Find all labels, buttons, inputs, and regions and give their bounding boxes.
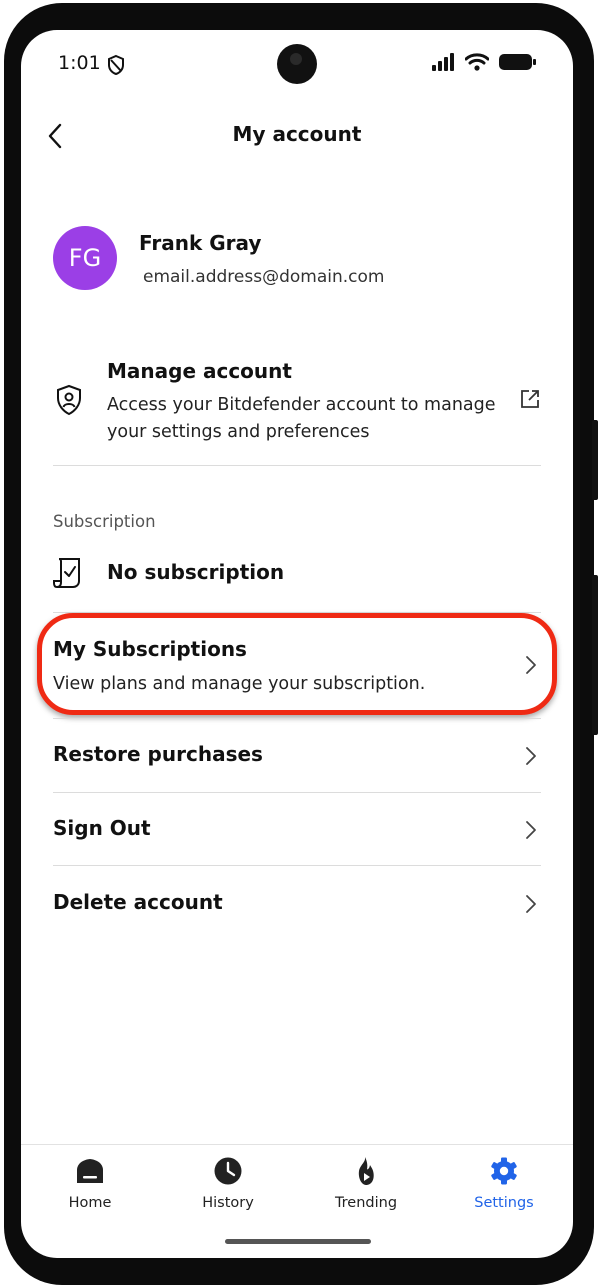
subscription-section-label: Subscription [53,512,156,531]
delete-account-row[interactable]: Delete account [53,868,541,940]
sign-out-title: Sign Out [53,816,151,840]
shield-status-icon [108,54,124,76]
profile-email: email.address@domain.com [143,267,385,287]
nav-home-label: Home [68,1195,112,1211]
trending-flame-icon [358,1157,374,1185]
home-indicator[interactable] [225,1239,371,1244]
external-link-icon [521,390,539,408]
nav-history[interactable]: History [168,1154,288,1226]
home-icon [77,1159,103,1183]
divider [53,718,541,719]
manage-account-title: Manage account [107,359,292,383]
status-time: 1:01 [58,52,101,74]
nav-home[interactable]: Home [30,1154,150,1226]
manage-account-row[interactable]: Manage account Access your Bitdefender a… [53,348,541,466]
restore-purchases-row[interactable]: Restore purchases [53,720,541,792]
profile-name: Frank Gray [139,231,262,255]
nav-history-label: History [202,1195,254,1211]
highlight-annotation [37,613,557,715]
battery-icon [499,54,536,70]
bottom-nav-divider [21,1144,573,1145]
delete-account-title: Delete account [53,890,223,914]
screen: 1:01 My account FG Frank Gray email.addr… [21,30,573,1258]
page-title: My account [232,122,362,146]
restore-purchases-title: Restore purchases [53,742,263,766]
nav-settings-label: Settings [474,1195,534,1211]
power-button [592,420,598,500]
nav-trending[interactable]: Trending [306,1154,426,1226]
chevron-right-icon [526,747,536,765]
nav-settings[interactable]: Settings [444,1154,564,1226]
manage-account-description: Access your Bitdefender account to manag… [107,395,496,442]
chevron-right-icon [526,821,536,839]
volume-button [592,575,598,735]
divider [53,465,541,466]
nav-trending-label: Trending [334,1195,398,1211]
chevron-right-icon [526,895,536,913]
divider [53,865,541,866]
divider [53,792,541,793]
settings-gear-icon [491,1157,517,1185]
signal-icon [432,53,454,71]
front-camera [277,44,317,84]
sign-out-row[interactable]: Sign Out [53,794,541,866]
wifi-icon [465,53,489,71]
history-clock-icon [214,1157,242,1185]
status-icons [431,53,537,71]
avatar: FG [53,226,117,290]
subscription-status: No subscription [107,560,285,584]
subscription-document-icon [53,558,80,588]
account-shield-icon [57,384,81,416]
